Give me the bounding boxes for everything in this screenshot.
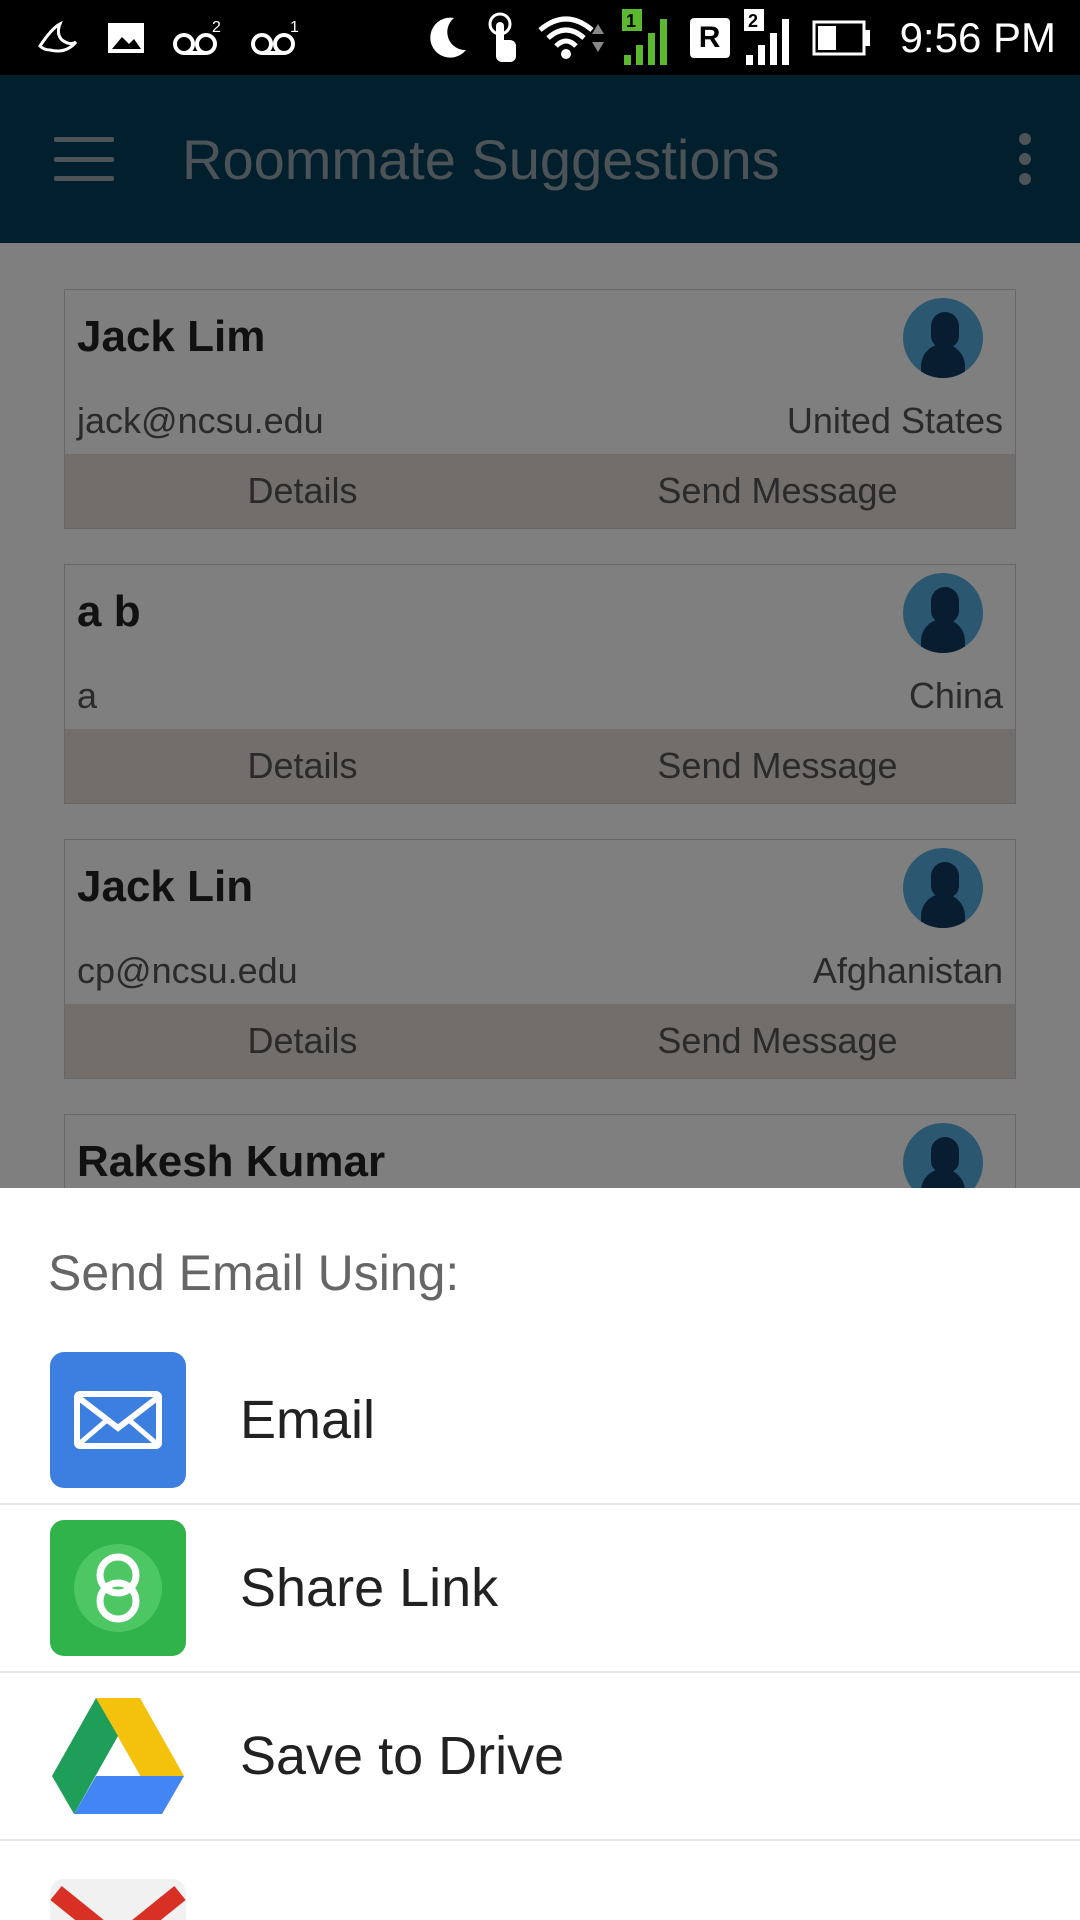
svg-text:2: 2 (212, 19, 221, 36)
voicemail-icon: 2 (173, 19, 221, 55)
share-sheet: Send Email Using: Email Share Link Save … (0, 1188, 1080, 1920)
image-icon (108, 22, 144, 53)
svg-text:2: 2 (748, 11, 758, 31)
battery-icon (812, 20, 870, 55)
do-not-disturb-moon-icon (429, 17, 466, 58)
signal-sim2-icon: 2 (743, 8, 789, 65)
google-drive-icon (50, 1688, 186, 1824)
share-option-gmail[interactable] (0, 1841, 1080, 1920)
svg-text:1: 1 (290, 19, 299, 36)
status-time: 9:56 PM (899, 13, 1056, 61)
status-bar: 2 1 1 R 2 9:56 PM (0, 0, 1080, 75)
touch-icon (488, 12, 516, 62)
voicemail-icon: 1 (251, 19, 299, 55)
svg-text:1: 1 (626, 11, 636, 31)
gmail-icon (50, 1879, 186, 1920)
share-option-label: Share Link (240, 1558, 499, 1618)
email-app-icon (50, 1352, 186, 1488)
share-option-share-link[interactable]: Share Link (0, 1505, 1080, 1673)
status-bar-system: 1 R 2 9:56 PM (424, 8, 1080, 67)
dim-overlay[interactable] (0, 75, 1080, 1188)
share-option-label: Save to Drive (240, 1726, 565, 1786)
wifi-icon (537, 16, 604, 59)
signal-sim1-icon: 1 (621, 8, 667, 65)
share-option-email[interactable]: Email (0, 1337, 1080, 1505)
roaming-badge: R (689, 17, 730, 58)
share-option-save-to-drive[interactable]: Save to Drive (0, 1673, 1080, 1841)
status-bar-notifications: 2 1 (0, 18, 302, 58)
share-link-icon (50, 1520, 186, 1656)
notification-app-icon (38, 20, 78, 52)
share-sheet-title: Send Email Using: (48, 1245, 460, 1301)
share-option-label: Email (240, 1390, 376, 1450)
